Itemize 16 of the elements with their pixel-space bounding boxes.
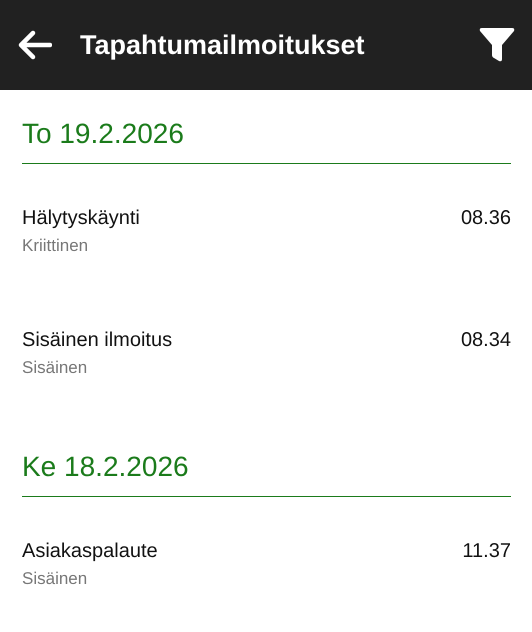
event-time: 11.37 [462,539,511,563]
filter-icon [478,28,516,62]
event-time: 08.34 [460,328,511,352]
event-title[interactable]: Asiakaspalaute [22,539,158,563]
event-title[interactable]: Hälytyskäynti [22,206,140,230]
event-category: Kriittinen [22,235,90,257]
back-button[interactable] [18,30,52,60]
back-arrow-icon [18,30,52,60]
screen-title: Tapahtumailmoitukset [80,30,366,60]
date-header: Ke 18.2.2026 [22,451,189,482]
event-category: Sisäinen [22,357,88,379]
filter-button[interactable] [478,28,516,62]
event-title[interactable]: Sisäinen ilmoitus [22,328,172,352]
event-category: Sisäinen [22,568,88,590]
event-time: 08.36 [460,206,511,230]
date-header: To 19.2.2026 [22,118,184,149]
